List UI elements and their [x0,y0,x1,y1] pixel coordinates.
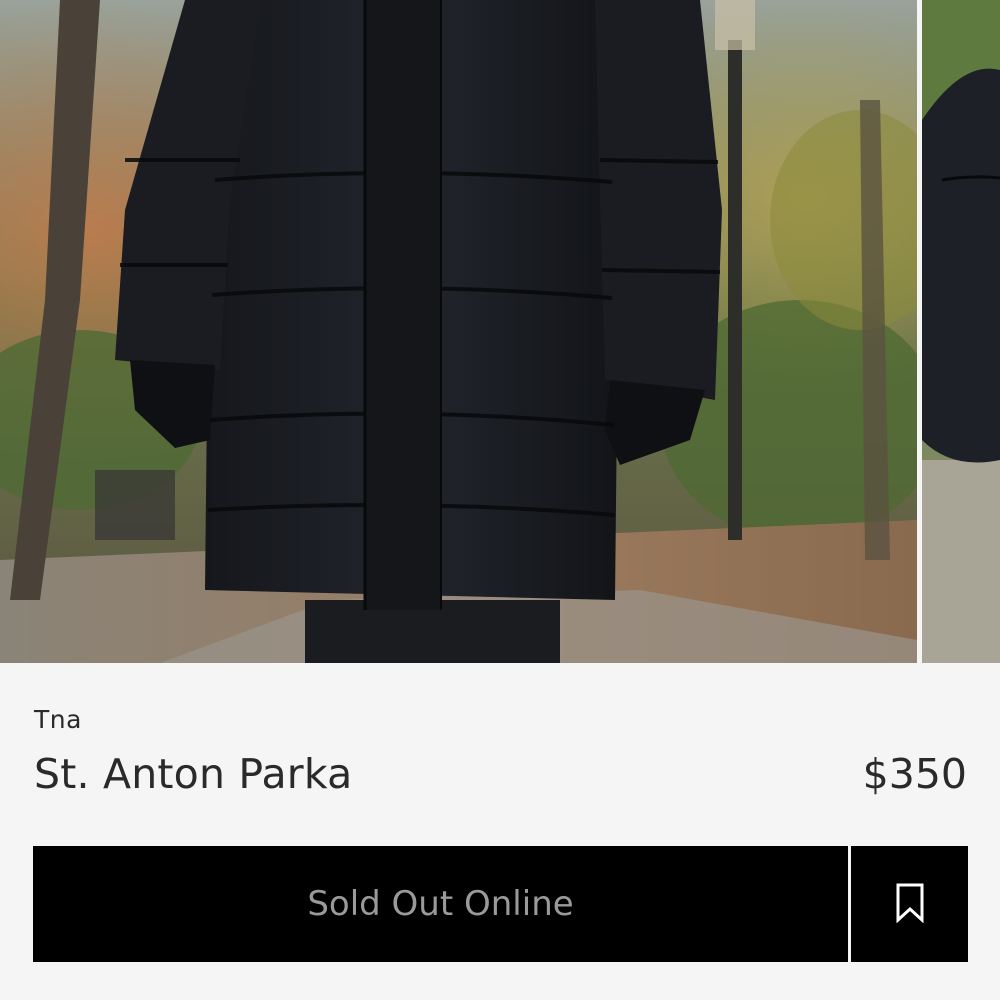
product-image-2[interactable] [922,0,1000,663]
wishlist-button[interactable] [851,846,968,962]
product-price: $350 [862,750,967,798]
product-title: St. Anton Parka [34,750,353,798]
sold-out-button-label: Sold Out Online [307,884,574,924]
sold-out-button[interactable]: Sold Out Online [33,846,848,962]
product-image-carousel[interactable] [0,0,1000,663]
action-bar: Sold Out Online [33,846,968,962]
product-image-1[interactable] [0,0,917,663]
product-brand[interactable]: Tna [34,705,82,734]
bookmark-icon [895,883,925,926]
product-detail-screen: Tna St. Anton Parka $350 Sold Out Online [0,0,1000,1000]
